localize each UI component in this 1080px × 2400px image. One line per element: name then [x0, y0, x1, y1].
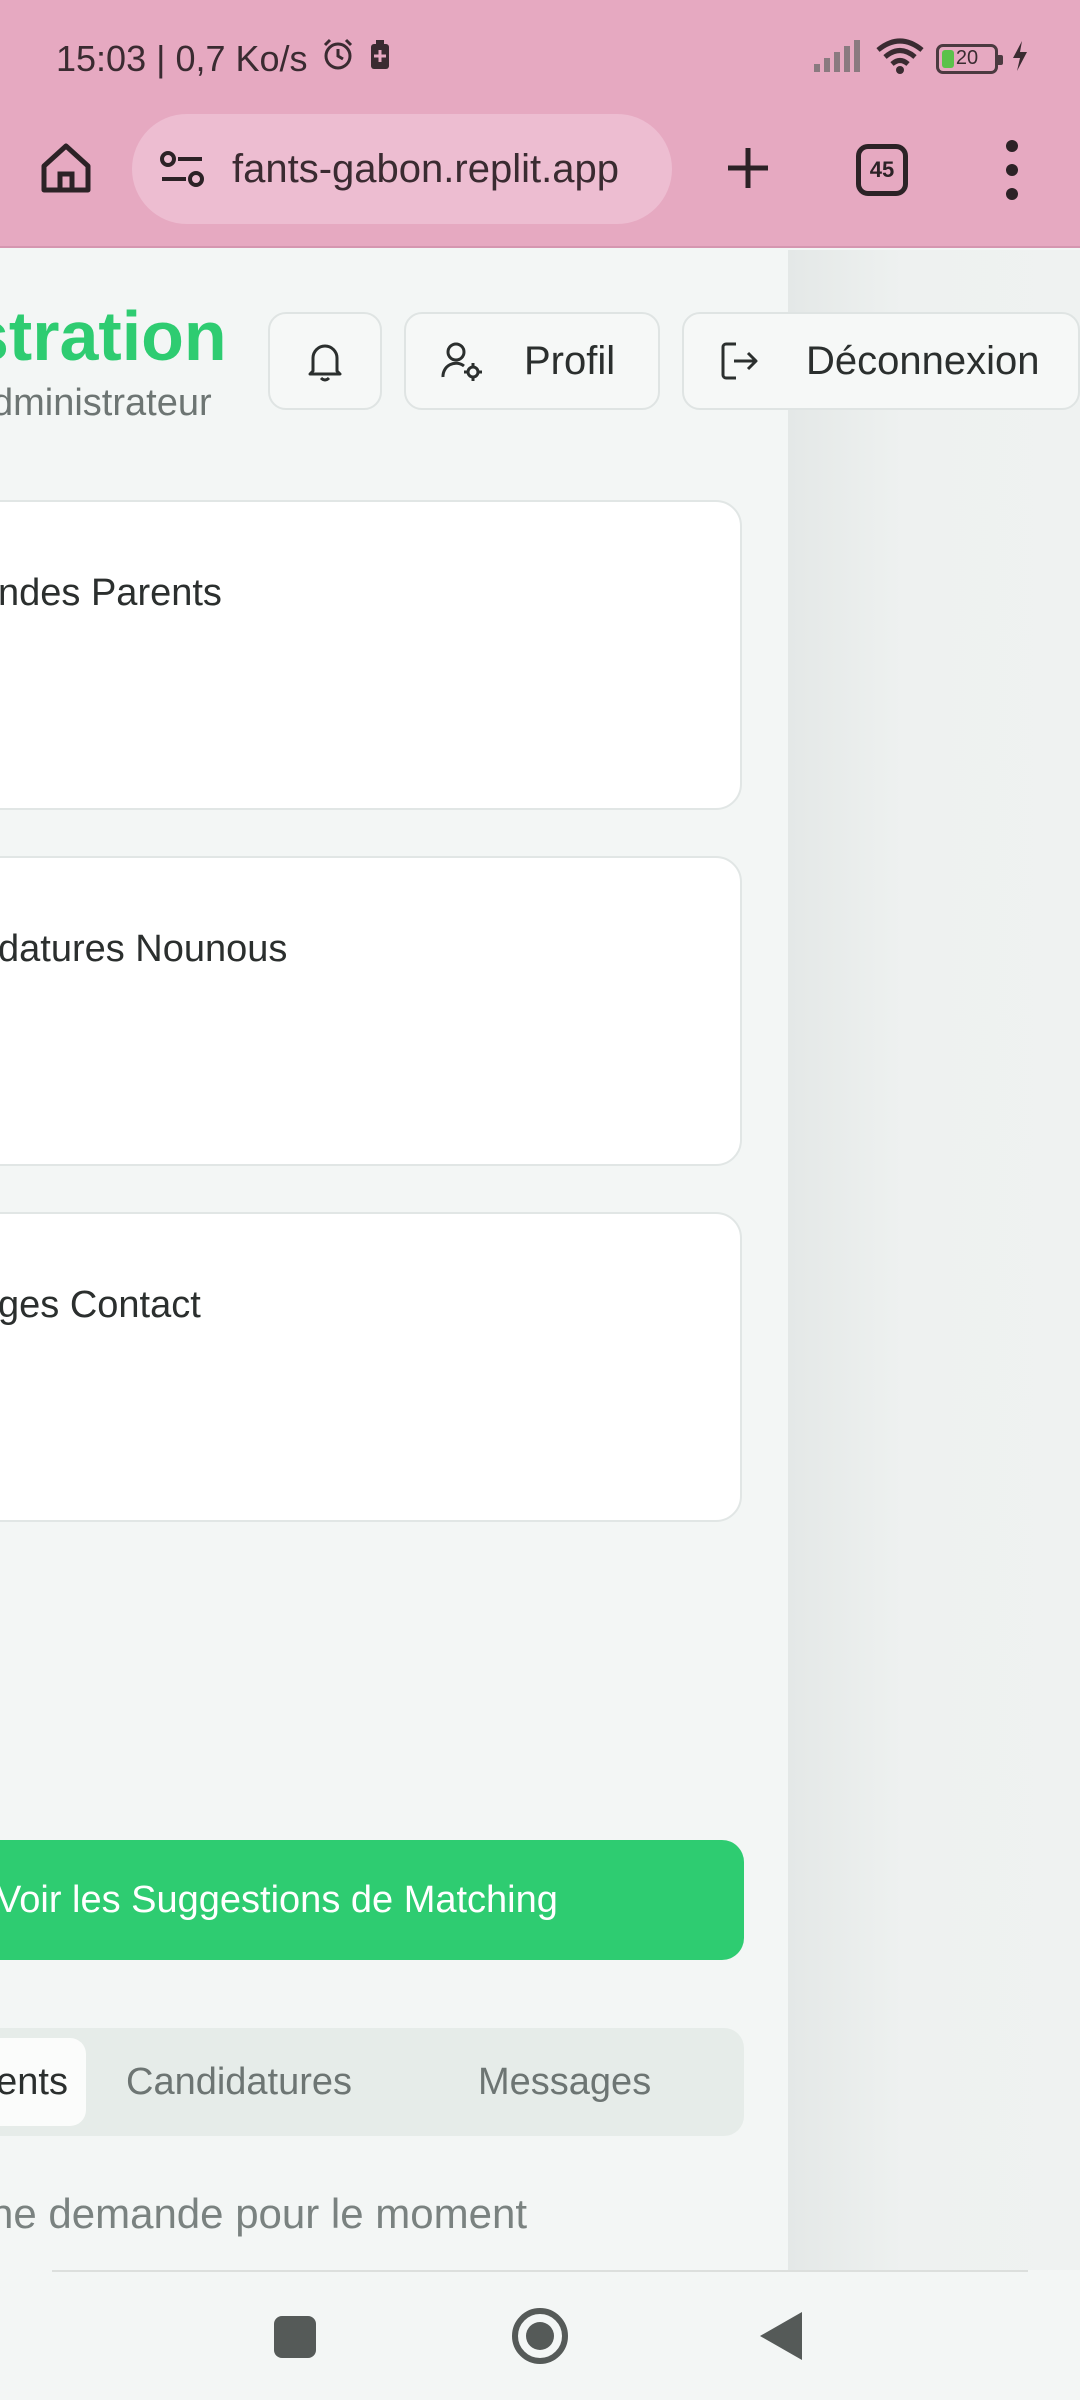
- plus-icon: [728, 148, 768, 188]
- admin-page: stration dministrateur ndes Parents datu…: [0, 250, 788, 2270]
- battery-level: 20: [955, 47, 979, 69]
- home-icon: [41, 143, 91, 193]
- alarm-icon: [320, 36, 356, 81]
- site-settings-icon[interactable]: [158, 149, 214, 189]
- card-label: datures Nounous: [0, 928, 288, 970]
- url-bar[interactable]: fants-gabon.replit.app: [132, 114, 672, 224]
- logout-button[interactable]: Déconnexion: [682, 312, 1080, 410]
- logout-label: Déconnexion: [806, 338, 1040, 383]
- browser-chrome: 15:03 | 0,7 Ko/s 20 fants-gabon.replit.a…: [0, 0, 1080, 248]
- browser-menu-button[interactable]: [992, 134, 1032, 206]
- wifi-icon: [876, 38, 924, 79]
- tab-count: 45: [869, 157, 895, 182]
- page-overflow-area: [788, 250, 1080, 2270]
- status-indicators: 20: [812, 38, 1030, 79]
- tab-bar: arents Candidatures Messages: [0, 2028, 744, 2136]
- card-label: ndes Parents: [0, 572, 222, 614]
- stat-card-contact[interactable]: ges Contact: [0, 1212, 742, 1522]
- user-settings-icon: [441, 342, 482, 381]
- new-tab-button[interactable]: [712, 132, 784, 204]
- stat-card-parents[interactable]: ndes Parents: [0, 500, 742, 810]
- profile-button[interactable]: Profil: [404, 312, 660, 410]
- status-bar: 15:03 | 0,7 Ko/s: [56, 36, 392, 81]
- battery-indicator: 20: [936, 43, 1003, 74]
- tab-switcher-button[interactable]: 45: [856, 144, 908, 196]
- page-title: stration: [0, 297, 227, 375]
- page-subtitle: dministrateur: [0, 382, 212, 424]
- url-text: fants-gabon.replit.app: [232, 146, 619, 191]
- battery-saver-icon: [368, 38, 392, 80]
- tab-candidatures[interactable]: Candidatures: [126, 2038, 352, 2126]
- bell-icon: [308, 344, 342, 382]
- logout-icon: [721, 342, 758, 380]
- charging-icon: [1010, 40, 1030, 77]
- tab-parents[interactable]: arents: [0, 2038, 86, 2126]
- back-button[interactable]: [760, 2312, 802, 2360]
- status-time: 15:03 | 0,7 Ko/s: [56, 37, 308, 79]
- signal-icon: [812, 40, 864, 77]
- more-vert-icon: [1006, 140, 1018, 152]
- profile-label: Profil: [524, 338, 616, 383]
- stat-card-nounous[interactable]: datures Nounous: [0, 856, 742, 1166]
- system-nav-bar: [0, 2270, 1080, 2400]
- home-nav-button[interactable]: [512, 2308, 568, 2364]
- recents-button[interactable]: [274, 2316, 316, 2358]
- notifications-button[interactable]: [268, 312, 382, 410]
- empty-state-message: ne demande pour le moment: [0, 2190, 527, 2237]
- card-label: ges Contact: [0, 1284, 201, 1326]
- home-button[interactable]: [30, 132, 102, 204]
- matching-suggestions-button[interactable]: Voir les Suggestions de Matching: [0, 1840, 744, 1960]
- tab-messages[interactable]: Messages: [478, 2038, 651, 2126]
